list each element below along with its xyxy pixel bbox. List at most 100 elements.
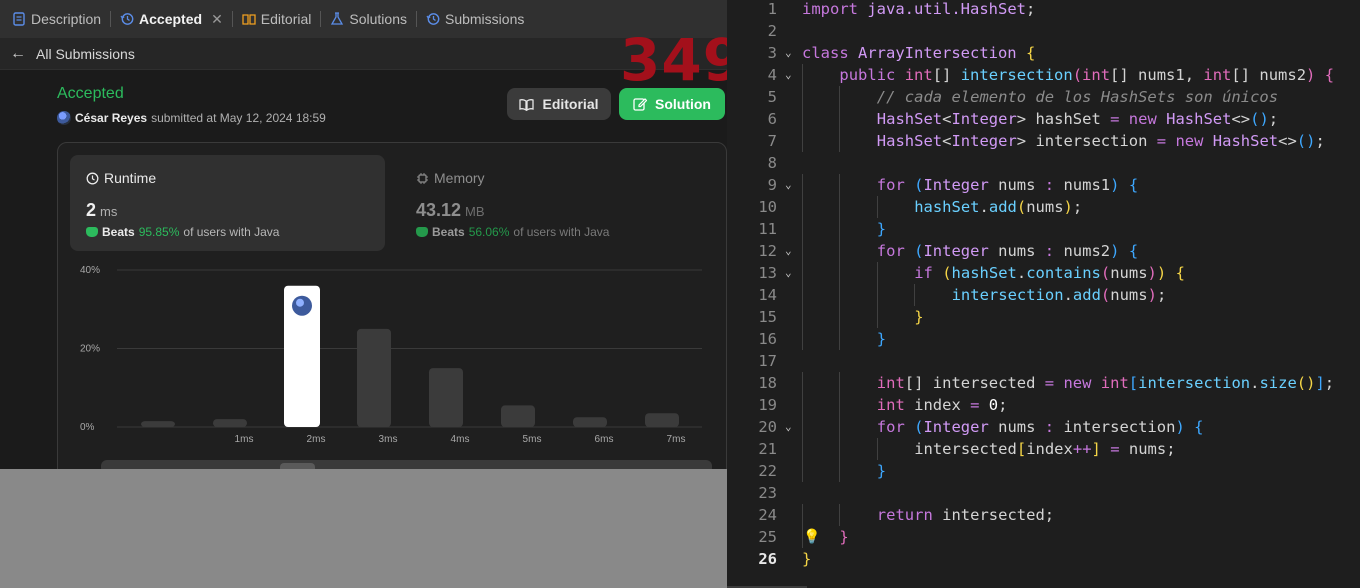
code-editor[interactable]: 1 import java.util.HashSet; 2 3 ⌄ class Array… xyxy=(727,0,1360,588)
runtime-stat[interactable]: Runtime 2 ms Beats 95.85% of users with J… xyxy=(70,155,385,251)
code-line[interactable]: 5 // cada elemento de los HashSets son ún… xyxy=(727,86,1360,108)
code-text: class ArrayIntersection { xyxy=(802,42,1035,64)
code-token: int xyxy=(876,396,915,414)
code-line[interactable]: 17 xyxy=(727,350,1360,372)
code-token: Integer xyxy=(923,176,999,194)
code-line[interactable]: 23 xyxy=(727,482,1360,504)
code-token: java.util. xyxy=(867,0,961,18)
code-line[interactable]: 22} xyxy=(727,460,1360,482)
avatar[interactable] xyxy=(57,111,71,125)
indent-guide xyxy=(839,196,841,218)
code-line[interactable]: 15} xyxy=(727,306,1360,328)
all-submissions-link[interactable]: All Submissions xyxy=(36,46,135,62)
code-token: Integer xyxy=(951,132,1017,150)
performance-card: Runtime 2 ms Beats 95.85% of users with J… xyxy=(57,142,727,469)
indent-guide xyxy=(876,306,878,328)
indent-guide xyxy=(839,460,841,482)
code-token: ; xyxy=(1324,374,1335,392)
code-token: } xyxy=(839,528,849,546)
code-token: { xyxy=(1194,418,1204,436)
code-token: HashSet xyxy=(876,132,943,150)
code-token: { xyxy=(1128,242,1139,260)
code-token: <> xyxy=(1278,132,1297,150)
code-token: int xyxy=(904,66,933,84)
code-token: [] intersected xyxy=(904,374,1045,392)
indent-guide xyxy=(802,240,803,262)
code-line[interactable]: 4 ⌄ public int[] intersection(int[] nums1,… xyxy=(727,64,1360,86)
tab-editorial[interactable]: Editorial xyxy=(242,11,311,27)
code-line[interactable]: 13 ⌄ if (hashSet.contains(nums)) { xyxy=(727,262,1360,284)
indent-guide xyxy=(802,504,803,526)
code-line[interactable]: 16} xyxy=(727,328,1360,350)
code-text: for (Integer nums : nums1) { xyxy=(877,174,1138,196)
code-line[interactable]: 11} xyxy=(727,218,1360,240)
line-number: 6 xyxy=(767,110,777,128)
code-line[interactable]: 6 HashSet<Integer> hashSet = new HashSet<… xyxy=(727,108,1360,130)
code-token: 0 xyxy=(988,396,999,414)
tab-submissions-label: Submissions xyxy=(444,11,525,27)
fold-chevron-icon[interactable]: ⌄ xyxy=(785,240,792,262)
code-line[interactable]: 7 HashSet<Integer> intersection = new Has… xyxy=(727,130,1360,152)
code-token: ; xyxy=(1268,110,1279,128)
chart-scrollbar[interactable] xyxy=(101,460,712,469)
close-icon[interactable]: ✕ xyxy=(211,11,223,28)
tab-accepted[interactable]: Accepted ✕ xyxy=(120,11,223,28)
code-line[interactable]: 10 hashSet.add(nums); xyxy=(727,196,1360,218)
indent-guide xyxy=(802,64,803,86)
runtime-value: 2 xyxy=(86,200,97,220)
code-line[interactable]: 14 intersection.add(nums); xyxy=(727,284,1360,306)
code-token: { xyxy=(1175,264,1185,282)
chart-scrollbar-thumb[interactable] xyxy=(280,463,315,469)
code-token: ; xyxy=(998,396,1008,414)
tab-divider xyxy=(110,11,112,27)
tab-submissions[interactable]: Submissions xyxy=(426,11,524,27)
code-line[interactable]: 25 💡} xyxy=(727,526,1360,548)
code-line[interactable]: 12 ⌄ for (Integer nums : nums2) { xyxy=(727,240,1360,262)
lightbulb-icon[interactable]: 💡 xyxy=(803,526,820,548)
code-token: add xyxy=(988,198,1017,216)
submitter-name[interactable]: César Reyes xyxy=(75,111,147,125)
code-line[interactable]: 20 ⌄ for (Integer nums : intersection) { xyxy=(727,416,1360,438)
code-line[interactable]: 18 int[] intersected = new int[intersecti… xyxy=(727,372,1360,394)
code-token: ) xyxy=(1175,418,1185,436)
memory-value: 43.12 xyxy=(416,200,462,220)
code-line[interactable]: 21 intersected[index++] = nums; xyxy=(727,438,1360,460)
tab-accepted-label: Accepted xyxy=(139,11,203,27)
fold-chevron-icon[interactable]: ⌄ xyxy=(785,262,792,284)
tab-solutions[interactable]: Solutions xyxy=(330,11,407,27)
solution-button[interactable]: Solution xyxy=(619,88,725,120)
submission-panel: Description Accepted ✕ Editorial Solutio… xyxy=(0,0,727,469)
editorial-button[interactable]: Editorial xyxy=(507,88,611,120)
code-token: } xyxy=(876,462,887,480)
code-line[interactable]: 9 ⌄ for (Integer nums : nums1) { xyxy=(727,174,1360,196)
code-token: ] xyxy=(1315,374,1325,392)
code-token: ( xyxy=(1016,198,1027,216)
fold-chevron-icon[interactable]: ⌄ xyxy=(785,42,792,64)
code-line[interactable]: 3 ⌄ class ArrayIntersection { xyxy=(727,42,1360,64)
code-line[interactable]: 2 xyxy=(727,20,1360,42)
code-line[interactable]: 8 xyxy=(727,152,1360,174)
code-line[interactable]: 26} xyxy=(727,548,1360,570)
code-token: <> xyxy=(1231,110,1251,128)
indent-guide xyxy=(839,438,841,460)
code-line[interactable]: 24 return intersected; xyxy=(727,504,1360,526)
code-line[interactable]: 19 int index = 0; xyxy=(727,394,1360,416)
arrow-left-icon[interactable]: ← xyxy=(10,45,26,63)
memory-stat[interactable]: Memory 43.12 MB Beats 56.06% of users wit… xyxy=(400,155,715,251)
indent-guide xyxy=(839,262,841,284)
indent-guide xyxy=(802,108,803,130)
code-token: int xyxy=(1082,66,1111,84)
fold-chevron-icon[interactable]: ⌄ xyxy=(785,174,792,196)
code-text: import java.util.HashSet; xyxy=(802,0,1035,20)
code-token: int xyxy=(1203,66,1232,84)
fold-chevron-icon[interactable]: ⌄ xyxy=(785,416,792,438)
indent-guide xyxy=(914,284,916,306)
code-token: ArrayIntersection xyxy=(858,44,1026,62)
memory-beats-percent: 56.06% xyxy=(468,225,510,239)
tab-description[interactable]: Description xyxy=(12,11,101,27)
fold-chevron-icon[interactable]: ⌄ xyxy=(785,64,792,86)
code-line[interactable]: 1 import java.util.HashSet; xyxy=(727,0,1360,20)
